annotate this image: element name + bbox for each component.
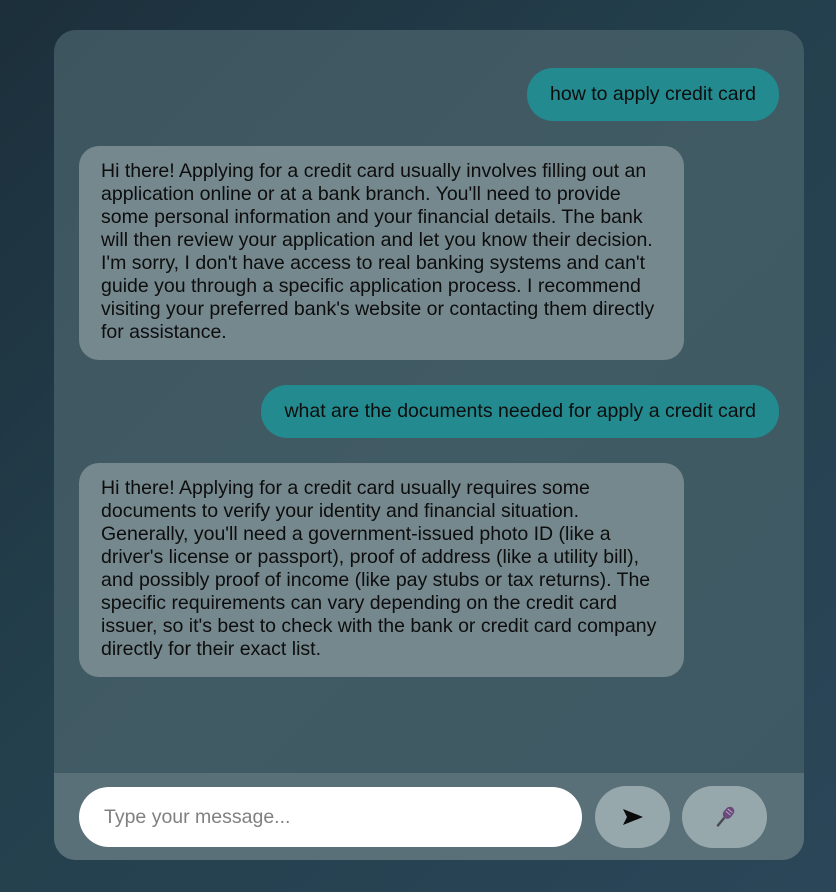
message-list[interactable]: how to apply credit card Hi there! Apply… — [54, 30, 804, 773]
microphone-button[interactable] — [682, 786, 767, 848]
chat-window: how to apply credit card Hi there! Apply… — [54, 30, 804, 860]
bot-message: Hi there! Applying for a credit card usu… — [79, 146, 684, 360]
send-button[interactable] — [595, 786, 670, 848]
bot-message: Hi there! Applying for a credit card usu… — [79, 463, 684, 677]
message-input[interactable] — [79, 787, 582, 847]
send-arrow-icon — [621, 807, 645, 827]
input-bar — [54, 773, 804, 860]
microphone-icon — [711, 803, 739, 831]
user-message: how to apply credit card — [527, 68, 779, 121]
user-message: what are the documents needed for apply … — [261, 385, 779, 438]
